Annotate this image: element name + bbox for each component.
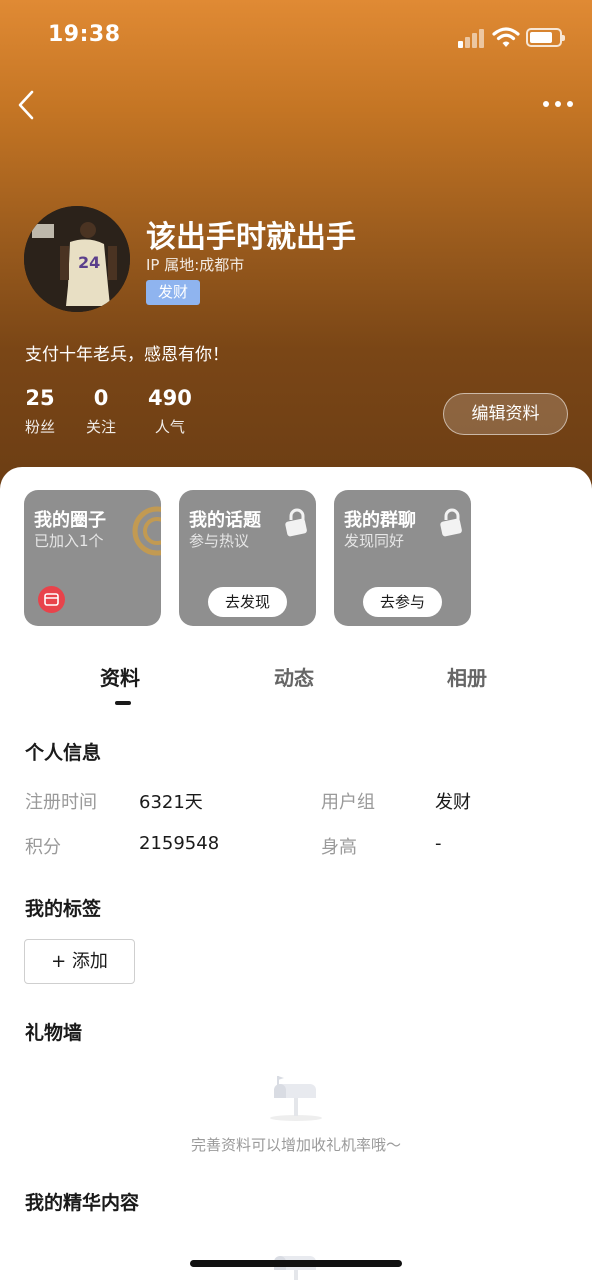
shop-icon <box>38 586 65 613</box>
status-bar: 19:38 <box>0 0 592 76</box>
card-my-topics[interactable]: 我的话题 参与热议 去发现 <box>179 490 316 626</box>
status-time: 19:38 <box>48 22 121 47</box>
info-label-height: 身高 <box>321 837 357 858</box>
lock-icon <box>440 508 462 537</box>
section-title-personal-info: 个人信息 <box>25 742 102 764</box>
lock-icon <box>285 508 307 537</box>
tab-activity[interactable]: 动态 <box>274 662 314 691</box>
card-subtitle: 发现同好 <box>344 532 405 550</box>
tab-indicator <box>115 701 131 705</box>
card-subtitle: 已加入1个 <box>34 532 104 550</box>
mailbox-icon <box>270 1076 322 1121</box>
stat-popularity-value: 490 <box>148 386 192 410</box>
stat-fans-label: 粉丝 <box>25 418 56 436</box>
avatar[interactable]: 24 <box>24 206 130 312</box>
card-title: 我的话题 <box>189 510 261 531</box>
tab-album[interactable]: 相册 <box>447 662 487 691</box>
svg-text:24: 24 <box>78 253 100 272</box>
signal-icon <box>458 28 486 48</box>
battery-icon <box>526 28 565 47</box>
discover-button[interactable]: 去发现 <box>208 587 287 617</box>
card-title: 我的群聊 <box>344 510 416 531</box>
card-my-group-chats[interactable]: 我的群聊 发现同好 去参与 <box>334 490 471 626</box>
tab-profile[interactable]: 资料 <box>100 662 140 691</box>
stat-popularity[interactable]: 490 人气 <box>148 386 192 437</box>
group-badge: 发财 <box>146 280 200 305</box>
wifi-icon <box>492 27 520 47</box>
info-value-user-group: 发财 <box>435 792 471 813</box>
card-subtitle: 参与热议 <box>189 532 250 550</box>
info-value-points: 2159548 <box>139 833 220 854</box>
ip-location: IP 属地:成都市 <box>146 256 245 274</box>
edit-profile-button[interactable]: 编辑资料 <box>443 393 568 435</box>
info-value-height: - <box>435 833 442 854</box>
stat-popularity-label: 人气 <box>154 418 185 436</box>
stat-fans-value: 25 <box>25 386 55 410</box>
gift-wall-empty-hint: 完善资料可以增加收礼机率哦～ <box>190 1136 401 1154</box>
section-title-gift-wall: 礼物墙 <box>25 1022 83 1044</box>
stat-following-label: 关注 <box>86 418 117 436</box>
section-title-featured: 我的精华内容 <box>25 1192 140 1214</box>
home-indicator <box>190 1260 402 1267</box>
stat-fans[interactable]: 25 粉丝 <box>25 386 55 437</box>
section-title-tags: 我的标签 <box>25 898 102 920</box>
nickname: 该出手时就出手 <box>146 220 356 255</box>
card-my-circles[interactable]: 我的圈子 已加入1个 <box>24 490 161 626</box>
info-label-user-group: 用户组 <box>321 792 375 813</box>
info-value-register-time: 6321天 <box>139 792 203 813</box>
card-title: 我的圈子 <box>34 510 106 531</box>
more-icon[interactable] <box>540 94 576 114</box>
bio: 支付十年老兵，感恩有你！ <box>25 345 229 365</box>
stat-following-value: 0 <box>93 386 109 410</box>
add-tag-button[interactable]: + 添加 <box>24 939 135 984</box>
join-button[interactable]: 去参与 <box>363 587 442 617</box>
back-icon[interactable] <box>14 88 44 122</box>
info-label-register-time: 注册时间 <box>25 792 97 813</box>
stat-following[interactable]: 0 关注 <box>86 386 116 437</box>
circle-logo-icon <box>132 506 161 556</box>
info-label-points: 积分 <box>25 837 61 858</box>
